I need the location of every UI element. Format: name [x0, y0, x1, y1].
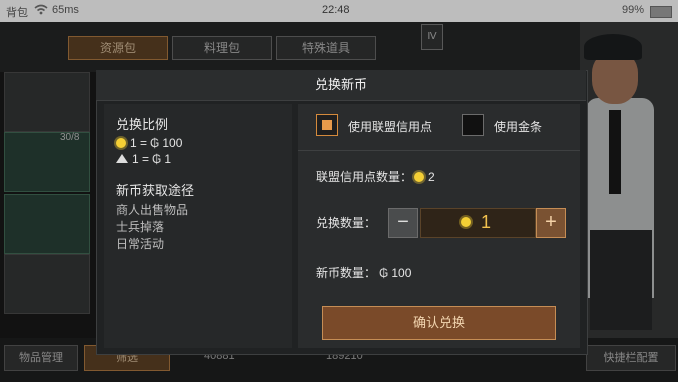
- alliance-credit-label[interactable]: 使用联盟信用点: [348, 118, 432, 135]
- credit-count-value: 2: [428, 170, 435, 184]
- source-item: 士兵掉落: [116, 220, 165, 234]
- quantity-stepper[interactable]: 1: [420, 208, 536, 238]
- battery-icon: [650, 6, 672, 18]
- net-speed: 65ms: [52, 4, 79, 16]
- confirm-exchange-button[interactable]: 确认兑换: [322, 306, 556, 340]
- source-title: 新币获取途径: [116, 183, 195, 198]
- new-coin-value: 100: [391, 266, 412, 280]
- increment-button[interactable]: +: [536, 208, 566, 238]
- rate-title: 兑换比例: [116, 117, 169, 132]
- credit-coin-icon: [414, 172, 425, 182]
- gold-bar-icon: [116, 154, 128, 163]
- credit-count-label: 联盟信用点数量：: [316, 170, 413, 184]
- battery-level: 99%: [622, 4, 645, 16]
- decrement-button[interactable]: −: [388, 208, 418, 238]
- quantity-value: 1: [481, 212, 492, 232]
- new-coin-icon: ₲: [150, 136, 160, 150]
- quantity-label: 兑换数量：: [316, 216, 377, 230]
- source-item: 日常活动: [116, 237, 165, 251]
- clock-time: 22:48: [322, 4, 350, 16]
- source-item: 商人出售物品: [116, 203, 189, 217]
- dialog-title: 兑换新币: [96, 70, 586, 101]
- wifi-icon: [34, 4, 48, 18]
- gold-bar-checkbox[interactable]: [462, 114, 484, 136]
- alliance-credit-checkbox[interactable]: [316, 114, 338, 136]
- rate-line-gold: 1 = ₲ 1: [116, 152, 171, 166]
- carrier-label: 背包: [6, 7, 28, 19]
- new-coin-label: 新币数量：: [316, 266, 377, 280]
- credit-coin-icon: [116, 138, 126, 148]
- credit-coin-icon: [461, 217, 471, 227]
- credit-count-row: 联盟信用点数量： 2: [316, 168, 435, 185]
- gold-bar-label[interactable]: 使用金条: [494, 118, 542, 135]
- new-coin-row: 新币数量： ₲ 100: [316, 264, 411, 281]
- status-bar: 背包 65ms 22:48 99%: [0, 0, 678, 22]
- new-coin-icon: ₲: [152, 152, 162, 166]
- rate-line-credit: 1 = ₲ 100: [116, 136, 182, 150]
- new-coin-icon: ₲: [379, 266, 389, 280]
- section-divider: [298, 150, 580, 151]
